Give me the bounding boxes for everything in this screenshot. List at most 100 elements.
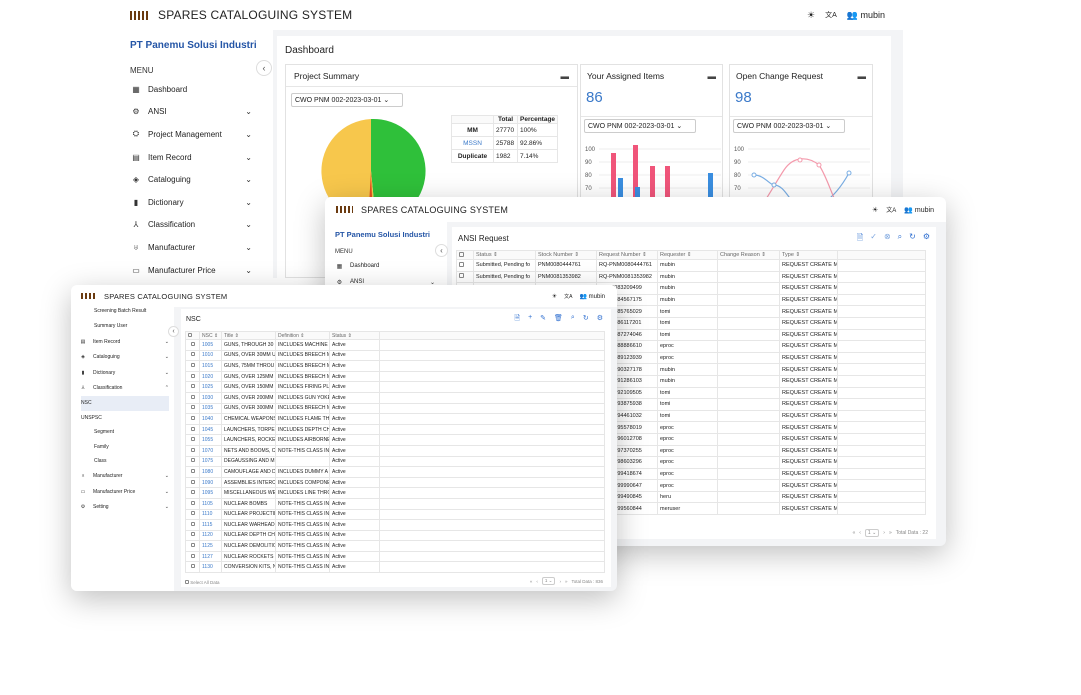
table-row[interactable]: 1045 LAUNCHERS, TORPE INCLUDES DEPTH CH Act… — [185, 423, 605, 436]
sidebar-item-project-management[interactable]: ⛭ Project Management ⌄ — [130, 123, 252, 146]
change-select[interactable]: CWO PNM 002-2023-03-01 ⌄ — [733, 119, 845, 133]
table-row[interactable]: 1105 NUCLEAR BOMBS NOTE-THIS CLASS IN Activ… — [185, 497, 605, 510]
language-icon[interactable]: 文A — [886, 205, 896, 214]
checkbox[interactable] — [190, 511, 195, 516]
column-header[interactable]: NSC ⇕ — [199, 331, 222, 340]
prev-page-button[interactable]: ‹ — [859, 530, 861, 536]
nsc-code-link[interactable]: 1075 — [199, 455, 222, 468]
checkbox[interactable] — [190, 468, 195, 473]
table-row[interactable]: 1025 GUNS, OVER 150MM INCLUDES FIRING PL Ac… — [185, 381, 605, 393]
next-page-button[interactable]: › — [559, 579, 561, 584]
checkbox[interactable] — [190, 373, 195, 378]
check-icon[interactable]: ✓ — [870, 232, 877, 246]
next-page-button[interactable]: › — [883, 530, 885, 536]
checkbox[interactable] — [190, 415, 195, 420]
prev-page-button[interactable]: ‹ — [536, 579, 538, 584]
row-select[interactable] — [185, 508, 200, 521]
table-row[interactable]: 1095 MISCELLANEOUS WE INCLUDES LINE THRO Ac… — [185, 487, 605, 499]
checkbox[interactable] — [188, 332, 192, 337]
theme-icon[interactable]: ☀ — [872, 206, 878, 214]
row-select[interactable] — [185, 370, 200, 383]
search-icon[interactable]: ⌕ — [898, 232, 902, 246]
sidebar-collapse-button[interactable]: ‹ — [256, 60, 272, 76]
checkbox[interactable] — [190, 447, 195, 452]
checkbox[interactable] — [190, 532, 195, 537]
user-menu[interactable]: 👥 mubin — [904, 206, 934, 214]
sidebar-item-dashboard[interactable]: ▦ Dashboard — [335, 258, 435, 274]
checkbox[interactable] — [190, 394, 195, 399]
row-select[interactable] — [185, 391, 200, 404]
sidebar-subitem-nsc[interactable]: NSC — [81, 396, 169, 411]
nsc-code-link[interactable]: 1125 — [199, 540, 222, 552]
sidebar-collapse-button[interactable]: ‹ — [435, 244, 448, 257]
last-page-button[interactable]: » — [565, 579, 568, 584]
sidebar-collapse-button[interactable]: ‹ — [168, 326, 179, 337]
sidebar-subitem-family[interactable]: Family — [81, 440, 169, 455]
theme-icon[interactable]: ☀ — [552, 293, 557, 300]
sidebar-item-item-record[interactable]: ▤ Item Record ⌄ — [79, 334, 169, 350]
first-page-button[interactable]: « — [852, 530, 855, 536]
edit-icon[interactable]: ✎ — [540, 314, 546, 325]
table-row[interactable]: 1055 LAUNCHERS, ROCKE INCLUDES AIRBORNE Act… — [185, 434, 605, 446]
nsc-code-link[interactable]: 1035 — [199, 402, 222, 415]
row-select[interactable] — [185, 476, 200, 489]
sidebar-item-setting[interactable]: ⚙ Setting ⌄ — [79, 500, 169, 516]
table-row[interactable]: Submitted, Pending fo PNM0081353982 RQ-PNM… — [456, 270, 926, 284]
checkbox[interactable] — [190, 437, 195, 442]
row-select[interactable] — [185, 434, 200, 446]
row-select[interactable] — [185, 519, 200, 531]
project-select[interactable]: CWO PNM 002-2023-03-01 ⌄ — [291, 93, 403, 107]
nsc-code-link[interactable]: 1055 — [199, 434, 222, 446]
sidebar-item-manufacturer[interactable]: ♅ Manufacturer ⌄ — [130, 236, 252, 259]
row-select[interactable] — [185, 381, 200, 393]
first-page-button[interactable]: « — [530, 579, 533, 584]
checkbox[interactable] — [190, 458, 195, 463]
sidebar-subitem[interactable]: Summary User — [79, 319, 169, 334]
table-row[interactable]: 1115 NUCLEAR WARHEAD NOTE-THIS CLASS IN Act… — [185, 519, 605, 531]
row-select[interactable] — [185, 497, 200, 510]
sidebar-subitem-unspsc[interactable]: UNSPSC — [81, 411, 169, 426]
column-header[interactable] — [185, 331, 200, 340]
sidebar-item-cataloguing[interactable]: ◈ Cataloguing ⌄ — [130, 168, 252, 191]
checkbox[interactable] — [185, 580, 189, 584]
table-row[interactable]: 1090 ASSEMBLIES INTERC INCLUDES COMPONE Act… — [185, 476, 605, 489]
nsc-code-link[interactable]: 1045 — [199, 423, 222, 436]
checkbox[interactable] — [190, 500, 195, 505]
menu-icon[interactable]: ▬ — [708, 71, 717, 81]
checkbox[interactable] — [190, 426, 195, 431]
page-select[interactable]: 1 ⌄ — [541, 577, 556, 585]
settings-icon[interactable]: ⚙ — [923, 232, 930, 246]
language-icon[interactable]: 文A — [825, 10, 837, 20]
row-label[interactable]: MSSN — [451, 136, 494, 150]
nsc-code-link[interactable]: 1070 — [199, 444, 222, 457]
row-select[interactable] — [185, 455, 200, 468]
assigned-select[interactable]: CWO PNM 002-2023-03-01 ⌄ — [584, 119, 696, 133]
sidebar-item-manufacturer-price[interactable]: ▭ Manufacturer Price ⌄ — [79, 484, 169, 500]
cancel-icon[interactable]: ⊗ — [884, 232, 891, 246]
checkbox[interactable] — [459, 261, 464, 267]
nsc-code-link[interactable]: 1015 — [199, 360, 222, 372]
nsc-code-link[interactable]: 1127 — [199, 550, 222, 563]
row-select[interactable] — [185, 360, 200, 372]
sidebar-item-manufacturer-price[interactable]: ▭ Manufacturer Price ⌄ — [130, 259, 252, 278]
sidebar-item-cataloguing[interactable]: ◈ Cataloguing ⌄ — [79, 350, 169, 366]
last-page-button[interactable]: » — [889, 530, 892, 536]
column-header[interactable]: Stock Number ⇕ — [535, 250, 597, 260]
column-header[interactable]: Definition ⇕ — [275, 331, 330, 340]
column-header[interactable]: Requester ⇕ — [657, 250, 718, 260]
checkbox[interactable] — [190, 553, 195, 558]
checkbox[interactable] — [190, 405, 195, 410]
row-select[interactable] — [185, 529, 200, 542]
table-row[interactable]: 1110 NUCLEAR PROJECTIL NOTE-THIS CLASS IN A… — [185, 508, 605, 521]
table-row[interactable]: 1080 CAMOUFLAGE AND D INCLUDES DUMMY A Acti… — [185, 466, 605, 478]
menu-icon[interactable]: ▬ — [561, 71, 570, 81]
table-row[interactable]: 1120 NUCLEAR DEPTH CH NOTE-THIS CLASS IN Ac… — [185, 529, 605, 542]
sidebar-item-item-record[interactable]: ▤ Item Record ⌄ — [130, 146, 252, 169]
sidebar-item-manufacturer[interactable]: ♅ Manufacturer ⌄ — [79, 469, 169, 485]
table-row[interactable]: 1125 NUCLEAR DEMOLITIC NOTE-THIS CLASS IN A… — [185, 540, 605, 552]
checkbox[interactable] — [190, 479, 195, 484]
sidebar-item-classification[interactable]: ⅄ Classification ⌃ — [79, 381, 169, 397]
menu-icon[interactable]: ▬ — [858, 71, 867, 81]
row-select[interactable] — [185, 423, 200, 436]
sidebar-item-classification[interactable]: ⅄ Classification ⌄ — [130, 214, 252, 237]
